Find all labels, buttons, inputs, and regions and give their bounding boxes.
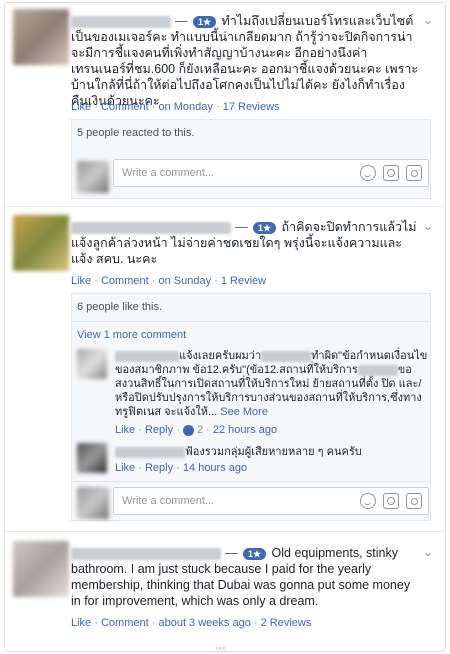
camera-icon[interactable]: [383, 493, 399, 509]
reviews-feed: — 1★ ทำไมถึงเปลี่ยนเบอร์โทรและเว็บไซต์เป…: [4, 2, 446, 652]
sticker-icon[interactable]: [406, 493, 422, 509]
commenter-name[interactable]: [115, 446, 185, 458]
reply-meta: Like · Reply · 14 hours ago: [115, 462, 248, 474]
like-link[interactable]: Like: [71, 617, 91, 629]
comment-link[interactable]: Comment: [101, 275, 149, 287]
footer-mark: ***: [215, 645, 226, 652]
reply-meta: Like · Reply · 2 · 22 hours ago: [115, 424, 278, 436]
reply-timestamp[interactable]: 22 hours ago: [213, 424, 277, 436]
sticker-icon[interactable]: [406, 165, 422, 181]
emoji-icon[interactable]: [360, 165, 376, 181]
reply-text: ฟ้องรวมกลุ่มผู้เสียหายหลาย ๆ คนครับ: [115, 445, 433, 459]
review-meta: Like · Comment · on Sunday · 1 Review: [71, 275, 267, 287]
view-more-comments-link[interactable]: View 1 more comment: [77, 329, 186, 341]
commenter-name[interactable]: [115, 350, 179, 362]
divider: [5, 531, 445, 532]
commenter-avatar[interactable]: [77, 349, 107, 379]
like-count[interactable]: 2: [197, 424, 203, 436]
reviews-count-link[interactable]: 1 Review: [221, 275, 266, 287]
like-link[interactable]: Like: [115, 462, 135, 474]
reviewer-avatar[interactable]: [13, 215, 69, 271]
like-link[interactable]: Like: [71, 275, 91, 287]
timestamp-link[interactable]: on Sunday: [158, 275, 211, 287]
chevron-down-icon[interactable]: ⌄: [423, 13, 435, 27]
commenter-avatar[interactable]: [77, 443, 107, 473]
divider: [71, 321, 431, 322]
divider: [5, 206, 445, 207]
reactions-summary[interactable]: 5 people reacted to this.: [77, 127, 194, 139]
reviewer-name[interactable]: [71, 547, 221, 560]
chevron-down-icon[interactable]: ⌄: [423, 545, 435, 559]
timestamp-link[interactable]: on Monday: [158, 101, 212, 113]
rating-badge: 1★: [242, 547, 267, 560]
like-icon: [182, 424, 194, 436]
divider: [71, 481, 431, 482]
emoji-icon[interactable]: [360, 493, 376, 509]
reviewer-avatar[interactable]: [13, 541, 69, 597]
rating-badge: 1★: [192, 15, 217, 28]
user-avatar: [77, 161, 109, 193]
reviewer-avatar[interactable]: [13, 9, 69, 65]
comment-input[interactable]: Write a comment...: [113, 159, 429, 187]
reply-timestamp[interactable]: 14 hours ago: [183, 462, 247, 474]
review-meta: Like · Comment · about 3 weeks ago · 2 R…: [71, 617, 312, 629]
timestamp-link[interactable]: about 3 weeks ago: [158, 617, 250, 629]
comment-input[interactable]: Write a comment...: [113, 487, 429, 515]
chevron-down-icon[interactable]: ⌄: [423, 219, 435, 233]
user-avatar: [77, 487, 109, 519]
camera-icon[interactable]: [383, 165, 399, 181]
like-link[interactable]: Like: [71, 101, 91, 113]
rating-badge: 1★: [252, 221, 277, 234]
reply-link[interactable]: Reply: [145, 462, 173, 474]
review-text: ทำไมถึงเปลี่ยนเบอร์โทรและเว็บไซต์เป็นของ…: [71, 14, 419, 108]
reviews-count-link[interactable]: 2 Reviews: [261, 617, 312, 629]
like-link[interactable]: Like: [115, 424, 135, 436]
reviewer-name[interactable]: [71, 15, 171, 28]
see-more-link[interactable]: See More: [220, 406, 268, 418]
reviews-count-link[interactable]: 17 Reviews: [223, 101, 280, 113]
comment-link[interactable]: Comment: [101, 101, 149, 113]
comment-link[interactable]: Comment: [101, 617, 149, 629]
reply-link[interactable]: Reply: [145, 424, 173, 436]
reactions-summary[interactable]: 6 people like this.: [77, 301, 162, 313]
reviewer-name[interactable]: [71, 221, 231, 234]
review-meta: Like · Comment · on Monday · 17 Reviews: [71, 101, 280, 113]
reply-text: แจ้งเลยครับผมว่า ทำผิด"ข้อกำหนดเงื่อนไขขอ…: [115, 350, 428, 418]
